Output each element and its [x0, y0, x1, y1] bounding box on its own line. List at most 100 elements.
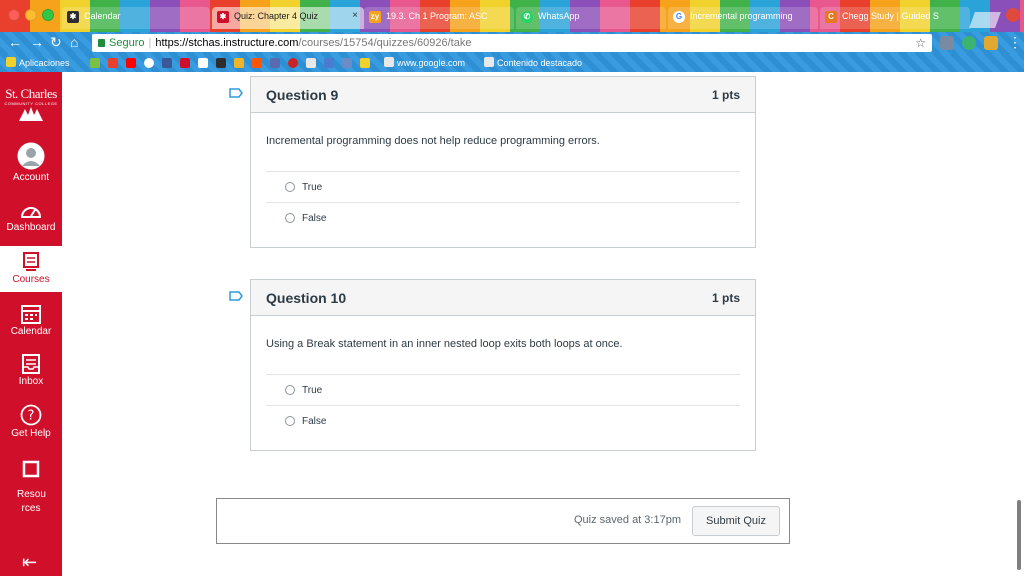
url-bar[interactable]: Seguro | https://stchas.instructure.com/co… — [92, 34, 932, 52]
browser-tab-bar: ✱ Calendar ✱ Quiz: Chapter 4 Quiz × zy 1… — [0, 0, 1024, 32]
question-card: Question 10 1 pts Using a Break statemen… — [250, 279, 756, 451]
answer-option-false[interactable]: False — [266, 405, 740, 436]
pinterest-icon[interactable] — [288, 58, 298, 68]
extension-icon[interactable] — [940, 36, 954, 50]
home-icon[interactable]: ⌂ — [70, 34, 78, 50]
flag-question-icon[interactable] — [229, 291, 243, 301]
question-title: Question 10 — [266, 289, 347, 306]
zybooks-icon: zy — [369, 11, 381, 23]
close-tab-icon[interactable]: × — [352, 10, 358, 21]
answer-option-true[interactable]: True — [266, 171, 740, 202]
nav-item-resources[interactable]: Resou rces — [0, 460, 62, 516]
radio-button[interactable] — [285, 182, 295, 192]
help-icon: ? — [20, 404, 42, 426]
browser-menu-icon[interactable]: ⋮ — [1008, 34, 1022, 50]
bookmark-favicon-icon[interactable] — [360, 58, 370, 68]
url-host: https://stchas.instructure.com — [155, 37, 299, 49]
bookmark-favicon-icon[interactable] — [324, 58, 334, 68]
browser-tab-google[interactable]: G Incremental programming — [668, 7, 818, 29]
radio-button[interactable] — [285, 213, 295, 223]
submit-quiz-button[interactable]: Submit Quiz — [692, 506, 780, 536]
forward-icon[interactable]: → — [30, 34, 44, 50]
minimize-window-button[interactable] — [25, 9, 37, 21]
bookmarks-bar: Aplicaciones www.google.com Contenido de… — [0, 54, 1024, 72]
nav-item-courses[interactable]: Courses — [0, 246, 62, 292]
facebook-icon[interactable] — [162, 58, 172, 68]
google-icon[interactable] — [144, 58, 154, 68]
maximize-window-button[interactable] — [42, 9, 54, 21]
extension-icon[interactable] — [984, 36, 998, 50]
answer-option-false[interactable]: False — [266, 202, 740, 233]
quiz-footer: Quiz saved at 3:17pm Submit Quiz — [216, 498, 790, 544]
question-text: Incremental programming does not help re… — [266, 135, 600, 147]
answer-label: True — [302, 384, 323, 396]
nav-item-label: Calendar — [10, 326, 52, 337]
soundcloud-icon[interactable] — [252, 58, 262, 68]
question-title: Question 9 — [266, 86, 339, 103]
bookmark-favicon-icon[interactable] — [108, 58, 118, 68]
answer-list: True False — [266, 171, 740, 233]
bookmark-favicon-icon[interactable] — [90, 58, 100, 68]
dashboard-icon — [20, 207, 42, 218]
tab-title: Incremental programming — [690, 11, 793, 21]
browser-tab-quiz[interactable]: ✱ Quiz: Chapter 4 Quiz × — [212, 7, 364, 29]
nav-item-inbox[interactable]: Inbox — [0, 354, 62, 387]
bookmark-featured[interactable]: Contenido destacado — [484, 54, 582, 72]
logo-subtitle: COMMUNITY COLLEGE — [4, 101, 58, 106]
amazon-icon[interactable] — [198, 58, 208, 68]
bookmark-apps[interactable]: Aplicaciones — [6, 54, 70, 72]
reload-icon[interactable]: ↻ — [50, 34, 62, 50]
answer-list: True False — [266, 374, 740, 436]
bookmark-favicon-icon[interactable] — [234, 58, 244, 68]
logo-title[interactable]: St. Charles — [0, 86, 62, 102]
bookmark-favicon-icon[interactable] — [342, 58, 352, 68]
question-header: Question 9 1 pts — [251, 77, 755, 113]
extension-icon[interactable] — [962, 36, 976, 50]
chegg-icon: C — [825, 11, 837, 23]
browser-tab-zybooks[interactable]: zy 19.3. Ch 1 Program: ASC — [364, 7, 514, 29]
nav-item-dashboard[interactable]: Dashboard — [0, 202, 62, 233]
question-header: Question 10 1 pts — [251, 280, 755, 316]
nav-item-account[interactable]: Account — [0, 142, 62, 183]
page-scrollbar[interactable] — [1017, 500, 1021, 570]
canvas-icon: ✱ — [217, 11, 229, 23]
bookmark-page-icon — [384, 57, 394, 67]
nav-item-help[interactable]: ? Get Help — [0, 404, 62, 439]
radio-button[interactable] — [285, 385, 295, 395]
account-icon — [17, 142, 45, 170]
browser-tab-whatsapp[interactable]: ✆ WhatsApp — [516, 7, 666, 29]
bookmark-google[interactable]: www.google.com — [384, 54, 465, 72]
bookmark-star-icon[interactable]: ☆ — [915, 34, 926, 52]
address-bar-row: ← → ↻ ⌂ Seguro | https://stchas.instructur… — [0, 32, 1024, 54]
bookmark-page-icon[interactable] — [306, 58, 316, 68]
bookmark-favicon-icon[interactable] — [270, 58, 280, 68]
nav-item-label: Get Help — [11, 428, 51, 439]
nav-item-label: Dashboard — [6, 222, 56, 233]
question-spacer — [251, 233, 755, 247]
close-window-button[interactable] — [8, 9, 20, 21]
secure-label: Seguro — [109, 37, 145, 49]
nav-item-label: Resou rces — [17, 489, 46, 514]
back-icon[interactable]: ← — [8, 34, 22, 50]
collapse-nav-icon[interactable]: ⇤ — [22, 552, 37, 573]
browser-tab-chegg[interactable]: C Chegg Study | Guided S — [820, 7, 970, 29]
browser-tab-calendar[interactable]: ✱ Calendar — [62, 7, 210, 29]
tab-title: WhatsApp — [538, 11, 580, 21]
youtube-icon[interactable] — [126, 58, 136, 68]
tab-title: Quiz: Chapter 4 Quiz — [234, 11, 319, 21]
bookmark-favicon-icon[interactable] — [180, 58, 190, 68]
profile-icon[interactable] — [1006, 8, 1020, 22]
global-navigation: St. Charles COMMUNITY COLLEGE Account Da… — [0, 72, 62, 576]
college-logo-icon — [19, 107, 43, 121]
radio-button[interactable] — [285, 416, 295, 426]
bookmark-label: Aplicaciones — [19, 58, 70, 68]
new-tab-button[interactable] — [969, 12, 1001, 28]
nav-item-calendar[interactable]: Calendar — [0, 304, 62, 337]
flag-question-icon[interactable] — [229, 88, 243, 98]
whatsapp-icon: ✆ — [521, 11, 533, 23]
tab-title: Chegg Study | Guided S — [842, 11, 939, 21]
nav-item-label: Inbox — [18, 376, 44, 387]
nav-item-label: Courses — [12, 274, 50, 285]
bookmark-favicon-icon[interactable] — [216, 58, 226, 68]
answer-option-true[interactable]: True — [266, 374, 740, 405]
